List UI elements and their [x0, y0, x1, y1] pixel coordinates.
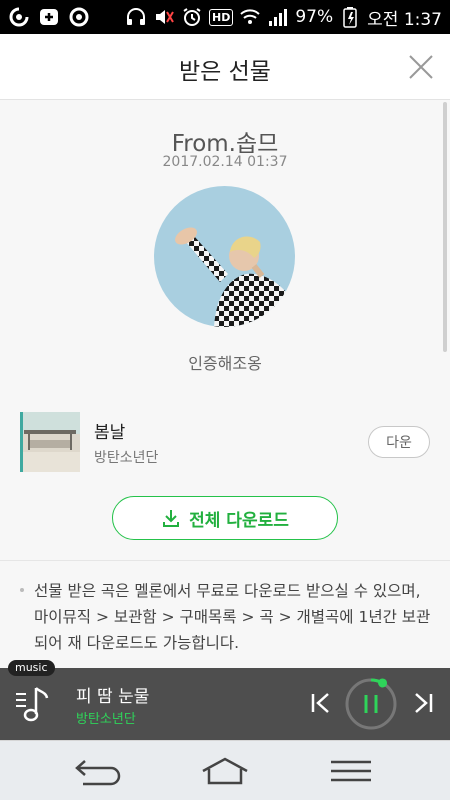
- previous-icon: [311, 693, 329, 713]
- navigation-bar: [0, 740, 450, 800]
- battery-charging-icon: [339, 6, 361, 28]
- gift-content[interactable]: From.솝므 2017.02.14 01:37 인증해조옹 봄날 방탄소년단 …: [0, 100, 450, 668]
- player-song-title: 피 땀 눈물: [76, 687, 150, 707]
- hd-icon: HD: [209, 8, 234, 26]
- sender-avatar: [154, 186, 295, 327]
- song-artist: 방탄소년단: [94, 449, 159, 466]
- notification-icon: [68, 6, 90, 28]
- header: 받은 선물: [0, 34, 450, 100]
- next-button[interactable]: [408, 688, 438, 718]
- gift-date: 2017.02.14 01:37: [162, 154, 288, 170]
- page-title: 받은 선물: [179, 59, 271, 85]
- playlist-icon[interactable]: [14, 682, 50, 726]
- gift-sender: From.솝므: [171, 131, 279, 157]
- status-bar: HD 97% 오전 1:37: [0, 0, 450, 34]
- menu-button[interactable]: [325, 755, 377, 787]
- divider: [0, 560, 450, 561]
- player-song-artist: 방탄소년단: [76, 712, 136, 727]
- status-time: 오전 1:37: [367, 9, 442, 30]
- home-button[interactable]: [199, 755, 251, 787]
- menu-icon: [331, 760, 371, 782]
- bullet: [20, 588, 24, 592]
- headset-icon: [125, 6, 147, 28]
- notice-body: 선물 받은 곡은 멜론에서 무료로 다운로드 받으실 수 있으며, 마이뮤직 >…: [34, 582, 431, 652]
- home-icon: [202, 757, 248, 785]
- next-icon: [415, 693, 433, 713]
- music-tag: music: [8, 660, 55, 676]
- download-icon: [163, 510, 180, 527]
- back-button[interactable]: [73, 755, 125, 787]
- app-o-icon: [8, 6, 30, 28]
- download-all-button[interactable]: 전체 다운로드: [112, 496, 338, 540]
- back-icon: [75, 760, 121, 786]
- app-plus-icon: [38, 6, 60, 28]
- signal-icon: [267, 6, 289, 28]
- battery-percent: 97%: [295, 7, 334, 27]
- close-icon: [409, 55, 433, 79]
- song-download-button[interactable]: 다운: [368, 426, 430, 458]
- pause-button[interactable]: [344, 677, 398, 731]
- mute-icon: [153, 6, 175, 28]
- album-art: [20, 412, 80, 472]
- download-all-label: 전체 다운로드: [189, 510, 289, 531]
- notice-text: 선물 받은 곡은 멜론에서 무료로 다운로드 받으실 수 있으며, 마이뮤직 >…: [20, 578, 432, 656]
- mini-player[interactable]: music 피 땀 눈물 방탄소년단: [0, 660, 450, 740]
- gift-song-row: 봄날 방탄소년단 다운: [20, 412, 430, 472]
- close-button[interactable]: [406, 52, 436, 82]
- gift-message: 인증해조옹: [188, 354, 262, 373]
- wifi-icon: [239, 6, 261, 28]
- previous-button[interactable]: [306, 688, 336, 718]
- pause-icon: [345, 678, 397, 730]
- song-title: 봄날: [94, 422, 126, 443]
- alarm-icon: [181, 6, 203, 28]
